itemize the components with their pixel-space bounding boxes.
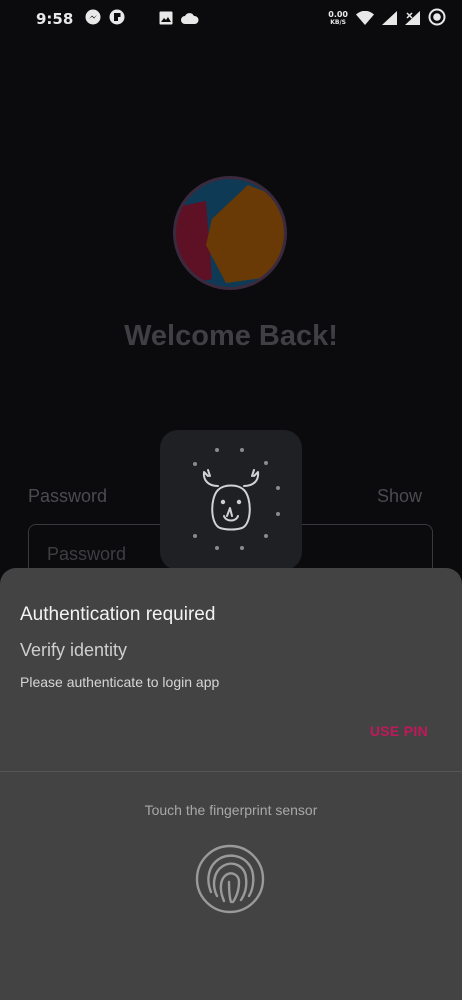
record-icon [428,8,446,30]
fingerprint-mascot-card [160,430,302,570]
use-pin-button[interactable]: USE PIN [370,723,428,739]
cloud-icon [181,10,199,29]
network-speed: 0.00 KB/S [328,11,348,27]
profile-avatar [173,176,287,290]
signal-off-icon [405,10,420,29]
status-time: 9:58 [36,10,74,28]
auth-subtitle: Verify identity [20,640,128,660]
fingerprint-hint: Touch the fingerprint sensor [144,802,318,818]
auth-description: Please authenticate to login app [20,674,220,690]
image-icon [159,10,173,29]
signal-icon [382,10,397,29]
fingerprint-icon[interactable] [195,844,265,914]
app-icon [109,9,125,29]
show-password-toggle[interactable]: Show [377,486,422,507]
status-right: 0.00 KB/S [328,8,446,30]
password-label: Password [28,486,108,506]
authentication-sheet: Authentication required Verify identity … [0,568,462,1000]
avatar-image [176,179,284,287]
status-left: 9:58 [36,9,199,29]
welcome-heading: Welcome Back! [124,320,338,352]
sheet-divider [0,771,462,772]
moose-icon [193,448,280,550]
messenger-icon [85,9,101,29]
status-bar: 9:58 0.00 KB/S [0,0,462,38]
network-speed-unit: KB/S [330,19,346,26]
auth-title: Authentication required [20,604,216,625]
network-speed-value: 0.00 [328,10,348,19]
wifi-icon [356,10,374,29]
